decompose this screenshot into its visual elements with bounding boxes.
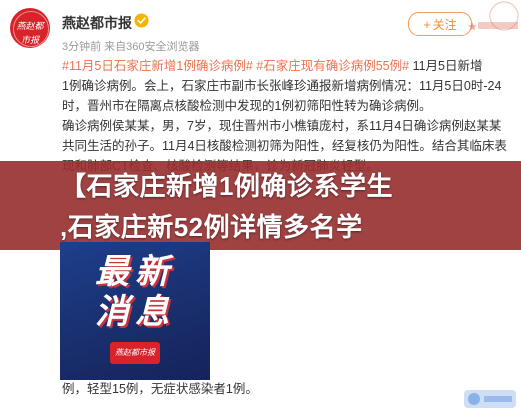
watermark-logo-icon: ★: [468, 1, 519, 33]
post-text: 11月5日新增: [412, 59, 483, 73]
svg-text:★: ★: [468, 22, 477, 33]
post-header: 燕赵都市报 燕赵都市报 3分钟前 来自360安全浏览器 + 关注 ★: [0, 0, 521, 60]
verified-icon: [134, 13, 149, 28]
headline-line-1: 【石家庄新增1例确诊系学生: [60, 171, 393, 201]
news-image[interactable]: 最新 消息 燕赵都市报: [60, 242, 210, 380]
post-line: #11月5日石家庄新增1例确诊病例# #石家庄现有确诊病例55例# 11月5日新…: [62, 56, 510, 76]
avatar[interactable]: 燕赵都市报: [10, 8, 50, 48]
post-line: 共同生活的孙子。11月4日核酸检测初筛为阳性，经复核仍为阳性。结合其临床表: [62, 139, 507, 153]
post-body-tail: 例，轻型15例，无症状感染者1例。: [62, 379, 510, 399]
hashtag-link[interactable]: #石家庄现有确诊病例55例#: [256, 59, 409, 73]
post-line: 1例确诊病例。会上，石家庄市副市长张峰珍通报新增病例情况：11月5日0时-24: [62, 79, 502, 93]
hashtag-link[interactable]: #11月5日石家庄新增1例确诊病例#: [62, 59, 253, 73]
avatar-logo-text: 燕赵都市报: [16, 22, 44, 46]
watermark-logo-icon: [464, 390, 516, 408]
news-image-title-1: 最新: [95, 253, 175, 291]
post-line: 例，轻型15例，无症状感染者1例。: [62, 382, 258, 396]
account-name[interactable]: 燕赵都市报: [62, 13, 132, 33]
headline-line-2: ,石家庄新52例详情多名学: [60, 212, 363, 242]
post-body: #11月5日石家庄新增1例确诊病例# #石家庄现有确诊病例55例# 11月5日新…: [62, 56, 510, 176]
follow-label: 关注: [432, 17, 457, 32]
post-meta: 3分钟前 来自360安全浏览器: [62, 41, 200, 53]
plus-icon: +: [423, 16, 431, 32]
news-image-title-2: 消息: [95, 293, 175, 331]
post-line: 时，晋州市在隔离点核酸检测中发现的1例初筛阳性转为确诊病例。: [62, 99, 432, 113]
post-line: 确诊病例侯某某，男，7岁，现住晋州市小樵镇庞村，系11月4日确诊病例赵某某: [62, 119, 502, 133]
news-image-stamp: 燕赵都市报: [110, 342, 160, 364]
